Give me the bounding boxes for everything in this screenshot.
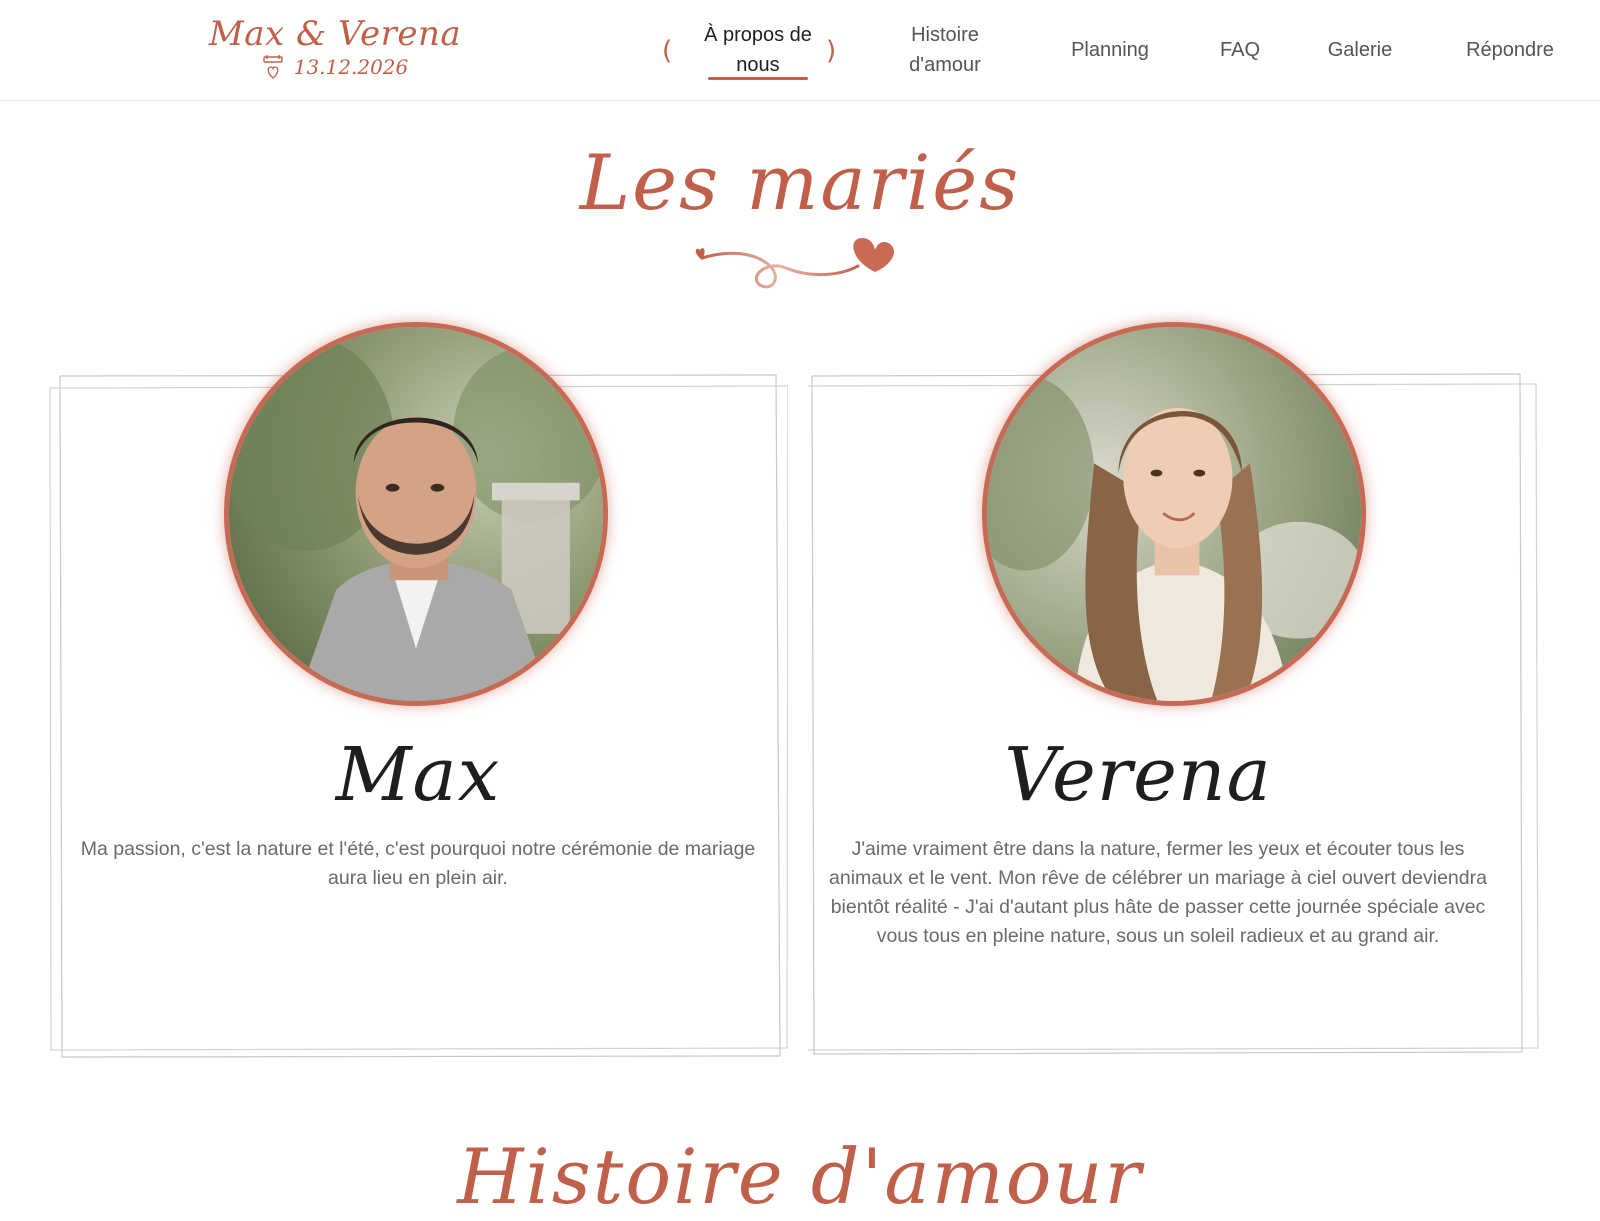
- groom-card: Max Ma passion, c'est la nature et l'été…: [48, 322, 788, 1062]
- bride-bio: J'aime vraiment être dans la nature, fer…: [829, 838, 1487, 947]
- nav-bracket-left-icon: (: [662, 36, 673, 66]
- nav-item-rsvp-label: Répondre: [1466, 39, 1554, 61]
- nav-item-planning-label: Planning: [1071, 39, 1149, 61]
- bride-name: Verena: [1004, 732, 1272, 818]
- groom-name: Max: [335, 732, 501, 818]
- brand-date-row: 13.12.2026: [200, 54, 470, 80]
- brand-logo[interactable]: Max & Verena 13.12.2026: [200, 14, 470, 80]
- calendar-heart-icon: [262, 54, 284, 80]
- nav-item-gallery-label: Galerie: [1327, 39, 1393, 61]
- nav-item-about[interactable]: À propos de nous: [678, 0, 838, 100]
- active-nav-underline: [708, 77, 808, 80]
- love-story-title: Histoire d'amour: [457, 1132, 1143, 1221]
- nav-bracket-right-icon: ): [826, 36, 837, 66]
- groom-bio: Ma passion, c'est la nature et l'été, c'…: [80, 838, 756, 889]
- section-title: Les mariés: [579, 138, 1021, 227]
- nav-item-about-line2: nous: [736, 54, 780, 76]
- nav-item-love-story-line1: Histoire: [911, 24, 979, 46]
- site-header: Max & Verena 13.12.2026 ( À propos de no…: [0, 0, 1600, 101]
- bride-photo: [982, 322, 1366, 706]
- nav-item-faq[interactable]: FAQ: [1190, 0, 1290, 100]
- nav-item-love-story[interactable]: Histoire d'amour: [875, 0, 1015, 100]
- nav-item-love-story-line2: d'amour: [909, 54, 981, 76]
- nav-item-planning[interactable]: Planning: [1045, 0, 1175, 100]
- nav-item-about-line1: À propos de: [704, 24, 812, 46]
- heart-swirl-ornament-icon: [690, 230, 910, 300]
- nav-item-faq-label: FAQ: [1219, 39, 1260, 61]
- bride-card: Verena J'aime vraiment être dans la natu…: [808, 322, 1548, 1062]
- groom-photo: [224, 322, 608, 706]
- nav-item-gallery[interactable]: Galerie: [1300, 0, 1420, 100]
- nav-item-rsvp[interactable]: Répondre: [1440, 0, 1580, 100]
- main-nav: ( À propos de nous ) Histoire d'amour Pl…: [660, 0, 1600, 100]
- wedding-date: 13.12.2026: [293, 55, 409, 79]
- couple-names: Max & Verena: [208, 14, 462, 54]
